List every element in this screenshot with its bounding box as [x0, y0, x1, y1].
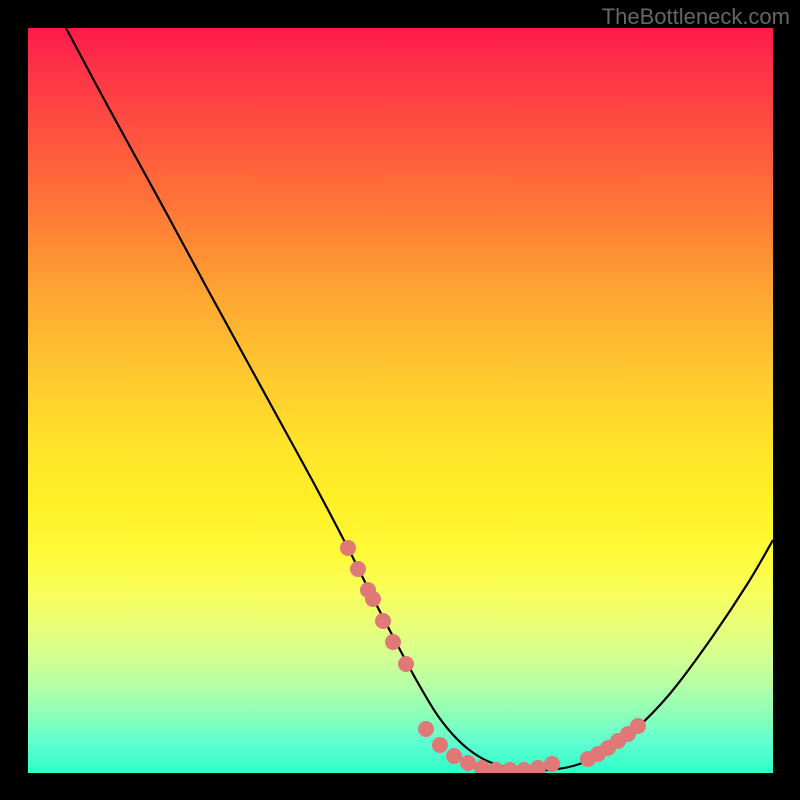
highlight-dot: [365, 591, 381, 607]
highlight-dot: [630, 718, 646, 734]
highlight-dot: [544, 756, 560, 772]
highlight-dot: [460, 755, 476, 771]
highlight-dot: [516, 762, 532, 773]
highlight-dots-bottom: [418, 721, 560, 773]
highlight-dot: [502, 762, 518, 773]
highlight-dot: [446, 748, 462, 764]
highlight-dot: [340, 540, 356, 556]
highlight-dot: [432, 737, 448, 753]
highlight-dot: [530, 760, 546, 773]
highlight-dot: [398, 656, 414, 672]
bottleneck-curve-line: [66, 28, 773, 771]
highlight-dot: [350, 561, 366, 577]
highlight-dot: [375, 613, 391, 629]
highlight-dot: [418, 721, 434, 737]
highlight-dot: [488, 762, 504, 773]
watermark-text: TheBottleneck.com: [602, 4, 790, 30]
highlight-dot: [385, 634, 401, 650]
highlight-dots-right: [580, 718, 646, 767]
bottleneck-curve-svg: [28, 28, 773, 773]
chart-gradient-background: [28, 28, 773, 773]
